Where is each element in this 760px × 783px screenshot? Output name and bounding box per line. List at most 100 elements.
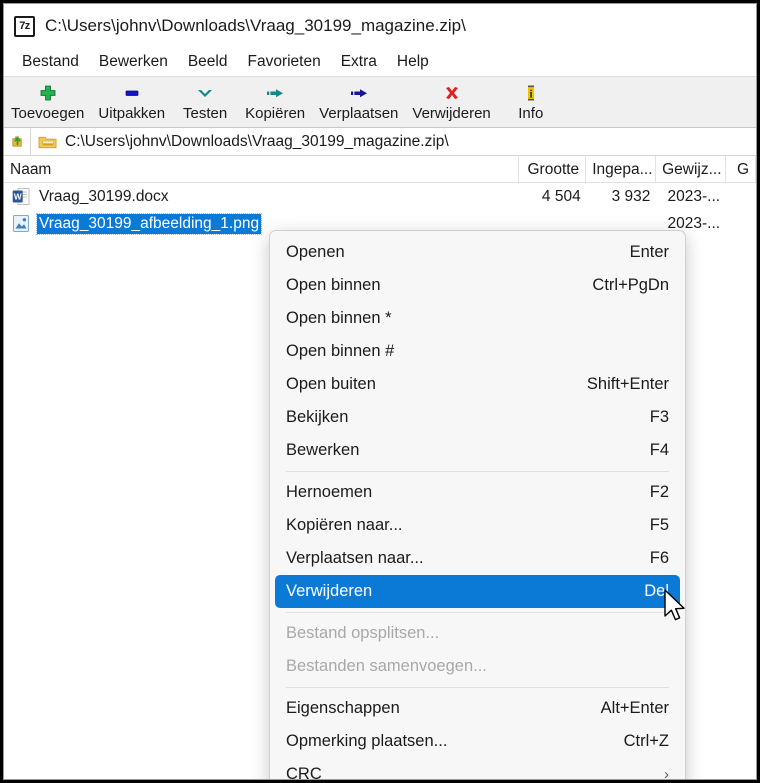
toolbar-button-label: Verplaatsen (319, 105, 399, 122)
chevron-down-icon (198, 90, 213, 97)
context-menu-item-hernoemen[interactable]: Hernoemen F2 (275, 476, 680, 509)
minus-icon (125, 90, 139, 96)
context-menu-item-label: Bekijken (286, 408, 349, 426)
context-menu-item-kopi-ren-naar[interactable]: Kopiëren naar... F5 (275, 509, 680, 542)
column-header-gewijz[interactable]: Gewijz... (656, 155, 727, 183)
context-menu-item-verwijderen[interactable]: Verwijderen Del (275, 575, 680, 608)
toolbar-button-label: Verwijderen (412, 105, 491, 122)
menu-item-extra[interactable]: Extra (331, 51, 387, 73)
menu-bar: Bestand Bewerken Beeld Favorieten Extra Help (4, 48, 756, 76)
toolbar-button-verwijderen[interactable]: Verwijderen (405, 80, 497, 122)
menu-item-beeld[interactable]: Beeld (178, 51, 238, 73)
context-menu-item-accelerator: F3 (649, 408, 669, 426)
arrow-right-icon (267, 89, 284, 98)
chevron-right-icon: › (664, 766, 669, 780)
menu-separator (286, 612, 669, 613)
context-menu-item-accelerator: Shift+Enter (586, 375, 669, 393)
context-menu-item-label: Openen (286, 243, 345, 261)
context-menu-item-bestanden-samenvoegen: Bestanden samenvoegen... (275, 650, 680, 683)
file-size-cell: 4 504 (541, 187, 581, 205)
sevenzip-icon: 7z (14, 15, 35, 37)
context-menu-item-eigenschappen[interactable]: Eigenschappen Alt+Enter (275, 692, 680, 725)
word-document-icon: W (12, 188, 30, 205)
address-bar: C:\Users\johnv\Downloads\Vraag_30199_mag… (4, 128, 756, 156)
toolbar-button-label: Testen (183, 105, 228, 122)
context-menu-item-label: Kopiëren naar... (286, 516, 403, 534)
file-name-cell[interactable]: W Vraag_30199.docx (4, 187, 520, 207)
context-menu-item-openen[interactable]: Openen Enter (275, 236, 680, 269)
column-header-grootte[interactable]: Grootte (519, 155, 587, 183)
column-header-ingepa[interactable]: Ingepa... (586, 155, 657, 183)
address-path: C:\Users\johnv\Downloads\Vraag_30199_mag… (65, 132, 449, 150)
context-menu-item-label: Verplaatsen naar... (286, 549, 424, 567)
context-menu-item-accelerator: F2 (649, 483, 669, 501)
context-menu-item-bekijken[interactable]: Bekijken F3 (275, 401, 680, 434)
menu-separator (286, 471, 669, 472)
toolbar: Toevoegen Uitpakken Testen Kopiëren Verplaat… (4, 76, 756, 128)
cross-icon-wrap (441, 82, 463, 104)
context-menu[interactable]: Openen Enter Open binnen Ctrl+PgDn Open binn… (269, 230, 686, 780)
context-menu-item-accelerator: F4 (649, 441, 669, 459)
context-menu-item-accelerator: Ctrl+Z (623, 732, 669, 750)
context-menu-item-label: CRC (286, 765, 322, 780)
toolbar-button-uitpakken[interactable]: Uitpakken (91, 80, 172, 122)
context-menu-item-label: Open binnen # (286, 342, 395, 360)
toolbar-button-label: Toevoegen (11, 105, 85, 122)
column-header-row: Naam Grootte Ingepa... Gewijz... G (4, 155, 756, 183)
toolbar-button-label: Uitpakken (98, 105, 166, 122)
toolbar-button-verplaatsen[interactable]: Verplaatsen (312, 80, 405, 122)
toolbar-button-kopiren[interactable]: Kopiëren (238, 80, 312, 122)
context-menu-item-label: Bewerken (286, 441, 360, 459)
file-name-label: Vraag_30199_afbeelding_1.png (35, 212, 263, 235)
menu-item-favorieten[interactable]: Favorieten (237, 51, 330, 73)
context-menu-item-accelerator: Alt+Enter (600, 699, 669, 717)
arrow-right-icon-wrap (264, 82, 286, 104)
context-menu-item-crc[interactable]: CRC › (275, 758, 680, 780)
context-menu-item-bewerken[interactable]: Bewerken F4 (275, 434, 680, 467)
context-menu-item-label: Bestand opsplitsen... (286, 624, 440, 642)
toolbar-button-info[interactable]: i Info (498, 80, 564, 122)
context-menu-item-label: Open binnen (286, 276, 381, 294)
context-menu-item-bestand-opsplitsen: Bestand opsplitsen... (275, 617, 680, 650)
chevron-down-icon-wrap (194, 82, 216, 104)
context-menu-item-verplaatsen-naar[interactable]: Verplaatsen naar... F6 (275, 542, 680, 575)
context-menu-item-open-buiten[interactable]: Open buiten Shift+Enter (275, 368, 680, 401)
file-name-label: Vraag_30199.docx (39, 187, 169, 205)
image-file-icon (13, 215, 29, 232)
menu-separator (286, 687, 669, 688)
menu-item-help[interactable]: Help (387, 51, 439, 73)
column-header-g[interactable]: G (726, 155, 756, 183)
toolbar-button-label: Kopiëren (245, 105, 306, 122)
context-menu-item-open-binnen[interactable]: Open binnen # (275, 335, 680, 368)
context-menu-item-accelerator: Ctrl+PgDn (592, 276, 669, 294)
window-title: C:\Users\johnv\Downloads\Vraag_30199_mag… (45, 16, 466, 35)
context-menu-item-label: Opmerking plaatsen... (286, 732, 448, 750)
context-menu-item-accelerator: Enter (629, 243, 669, 261)
context-menu-item-label: Eigenschappen (286, 699, 400, 717)
context-menu-item-label: Hernoemen (286, 483, 373, 501)
menu-item-bestand[interactable]: Bestand (12, 51, 89, 73)
file-modified-cell: 2023-... (667, 187, 721, 205)
svg-text:W: W (14, 193, 22, 202)
toolbar-button-toevoegen[interactable]: Toevoegen (4, 80, 91, 122)
file-row[interactable]: W Vraag_30199.docx 4 504 3 932 2023-... (4, 183, 756, 210)
up-folder-icon[interactable] (4, 128, 31, 155)
context-menu-item-open-binnen[interactable]: Open binnen * (275, 302, 680, 335)
title-bar: 7z C:\Users\johnv\Downloads\Vraag_30199_… (4, 4, 756, 48)
plus-icon-wrap (37, 82, 59, 104)
context-menu-item-open-binnen[interactable]: Open binnen Ctrl+PgDn (275, 269, 680, 302)
context-menu-item-opmerking-plaatsen[interactable]: Opmerking plaatsen... Ctrl+Z (275, 725, 680, 758)
toolbar-button-testen[interactable]: Testen (172, 80, 238, 122)
zip-folder-icon (38, 136, 57, 148)
seven-zip-window: 7z C:\Users\johnv\Downloads\Vraag_30199_… (3, 3, 757, 780)
address-field[interactable]: C:\Users\johnv\Downloads\Vraag_30199_mag… (31, 129, 756, 155)
context-menu-item-label: Bestanden samenvoegen... (286, 657, 487, 675)
column-header-naam[interactable]: Naam (4, 155, 520, 183)
context-menu-item-label: Verwijderen (286, 582, 373, 600)
arrow-right-icon (350, 89, 367, 98)
minus-icon-wrap (121, 82, 143, 104)
menu-item-bewerken[interactable]: Bewerken (89, 51, 178, 73)
toolbar-button-label: Info (518, 105, 544, 122)
info-icon: i (527, 85, 534, 101)
context-menu-item-label: Open binnen * (286, 309, 392, 327)
